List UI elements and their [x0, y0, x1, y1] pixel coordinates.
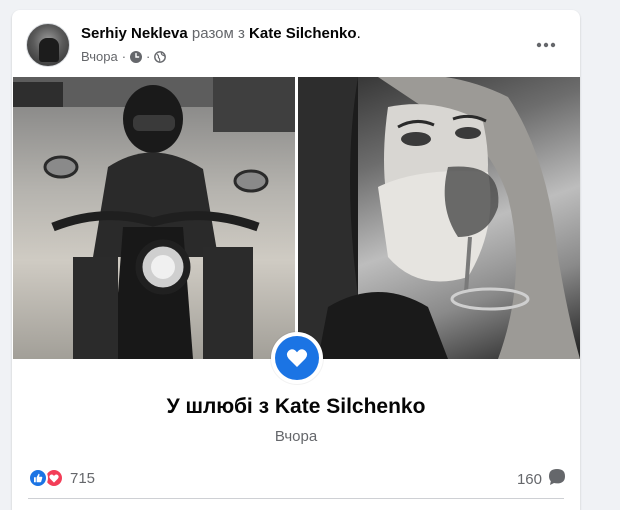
meta-separator-2: · — [146, 49, 151, 64]
more-options-button[interactable] — [528, 32, 564, 56]
tagged-name[interactable]: Kate Silchenko — [249, 25, 357, 42]
comment-count: 160 — [516, 471, 542, 488]
life-event-title: У шлюбі з Kate Silchenko — [166, 395, 426, 418]
post-card: Serhiy Nekleva разом з Kate Silchenko. В… — [12, 10, 580, 510]
avatar[interactable] — [26, 23, 70, 67]
post-timestamp[interactable]: Вчора — [81, 49, 118, 64]
globe-icon[interactable] — [154, 50, 167, 63]
post-footer: 715 160 — [12, 462, 580, 498]
more-horizontal-icon — [536, 35, 556, 53]
like-icon — [28, 468, 48, 488]
author-name[interactable]: Serhiy Nekleva — [81, 25, 188, 42]
life-event-date: Вчора — [274, 428, 318, 445]
comment-icon — [548, 468, 566, 491]
life-event-badge — [271, 332, 323, 384]
with-text: разом з — [191, 25, 245, 42]
photo-collage — [13, 77, 580, 359]
avatar-figure — [39, 38, 59, 62]
post-header: Serhiy Nekleva разом з Kate Silchenko. В… — [12, 10, 580, 76]
post-meta: Вчора · · — [81, 49, 167, 64]
footer-divider — [28, 498, 564, 499]
meta-separator: · — [121, 49, 127, 64]
comments-summary[interactable]: 160 — [517, 468, 566, 491]
photo-woman-with-glass[interactable] — [298, 77, 580, 359]
reaction-count: 715 — [70, 469, 96, 487]
heart-icon — [275, 336, 319, 380]
reactions-summary[interactable]: 715 — [28, 468, 95, 488]
author-line: Serhiy Nekleva разом з Kate Silchenko. — [81, 25, 361, 42]
photo-motorcyclist[interactable] — [13, 77, 295, 359]
period: . — [356, 25, 361, 42]
clock-icon — [130, 50, 143, 63]
